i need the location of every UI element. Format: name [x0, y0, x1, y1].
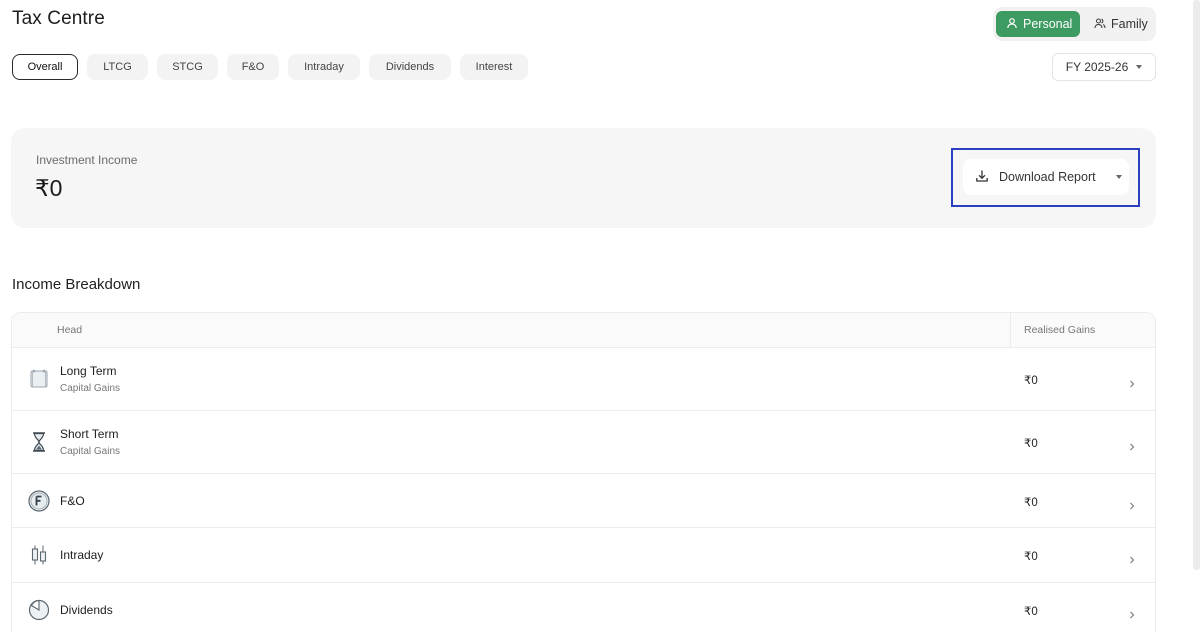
income-type-tabs: Overall LTCG STCG F&O Intraday Dividends…: [12, 54, 528, 80]
column-divider: [1010, 313, 1011, 348]
row-value: ₹0: [1024, 497, 1038, 509]
chevron-right-icon: [1128, 551, 1136, 564]
personal-label: Personal: [1023, 17, 1073, 31]
hourglass-icon: [28, 431, 50, 453]
candlestick-icon: [28, 544, 50, 566]
row-value: ₹0: [1024, 438, 1038, 450]
row-name: Long Term: [60, 364, 117, 378]
download-icon: [975, 169, 989, 186]
view-toggle: Personal Family: [993, 7, 1156, 41]
row-name: F&O: [60, 494, 85, 508]
tab-ltcg[interactable]: LTCG: [87, 54, 148, 80]
column-realised-gains: Realised Gains: [1024, 324, 1096, 336]
row-name: Intraday: [60, 548, 104, 562]
chevron-right-icon: [1128, 497, 1136, 510]
fy-select[interactable]: FY 2025-26: [1052, 53, 1156, 81]
tab-stcg[interactable]: STCG: [157, 54, 218, 80]
caret-down-icon: [1115, 175, 1122, 179]
table-row-fo[interactable]: F&O ₹0: [12, 474, 1155, 528]
user-icon: [1006, 17, 1018, 32]
tab-overall[interactable]: Overall: [12, 54, 78, 80]
chevron-right-icon: [1128, 438, 1136, 451]
tab-interest[interactable]: Interest: [460, 54, 528, 80]
column-head: Head: [57, 324, 83, 336]
table-row-intraday[interactable]: Intraday ₹0: [12, 528, 1155, 583]
row-value: ₹0: [1024, 606, 1038, 618]
users-icon: [1094, 17, 1106, 32]
page-scrollbar[interactable]: [1193, 0, 1200, 570]
tab-dividends[interactable]: Dividends: [369, 54, 451, 80]
investment-income-value: ₹0: [35, 175, 63, 201]
income-breakdown-title: Income Breakdown: [12, 276, 141, 293]
investment-income-card: Investment Income ₹0 Download Report: [11, 128, 1156, 228]
download-report-label: Download Report: [999, 170, 1096, 184]
row-subtitle: Capital Gains: [60, 446, 121, 457]
row-value: ₹0: [1024, 551, 1038, 563]
tab-fo[interactable]: F&O: [227, 54, 279, 80]
row-value: ₹0: [1024, 375, 1038, 387]
pie-chart-icon: [28, 599, 50, 621]
family-label: Family: [1111, 17, 1148, 31]
row-name: Dividends: [60, 603, 113, 617]
caret-down-icon: [1136, 65, 1143, 69]
row-subtitle: Capital Gains: [60, 383, 121, 394]
download-report-button[interactable]: Download Report: [963, 159, 1129, 195]
chevron-right-icon: [1128, 606, 1136, 619]
investment-income-label: Investment Income: [36, 153, 138, 167]
calendar-icon: [28, 368, 50, 390]
personal-toggle-button[interactable]: Personal: [996, 11, 1080, 37]
row-name: Short Term: [60, 427, 119, 441]
table-row-long-term[interactable]: Long Term Capital Gains ₹0: [12, 348, 1155, 411]
fy-select-value: FY 2025-26: [1065, 60, 1129, 74]
table-row-short-term[interactable]: Short Term Capital Gains ₹0: [12, 411, 1155, 474]
page-title: Tax Centre: [12, 8, 105, 29]
table-row-dividends[interactable]: Dividends ₹0: [12, 583, 1155, 632]
fo-coin-icon: [28, 490, 50, 512]
tab-intraday[interactable]: Intraday: [288, 54, 360, 80]
income-breakdown-table: Head Realised Gains Long Term Capital Ga…: [11, 312, 1156, 632]
chevron-right-icon: [1128, 375, 1136, 388]
family-toggle-button[interactable]: Family: [1084, 11, 1158, 37]
table-header: Head Realised Gains: [12, 313, 1155, 348]
